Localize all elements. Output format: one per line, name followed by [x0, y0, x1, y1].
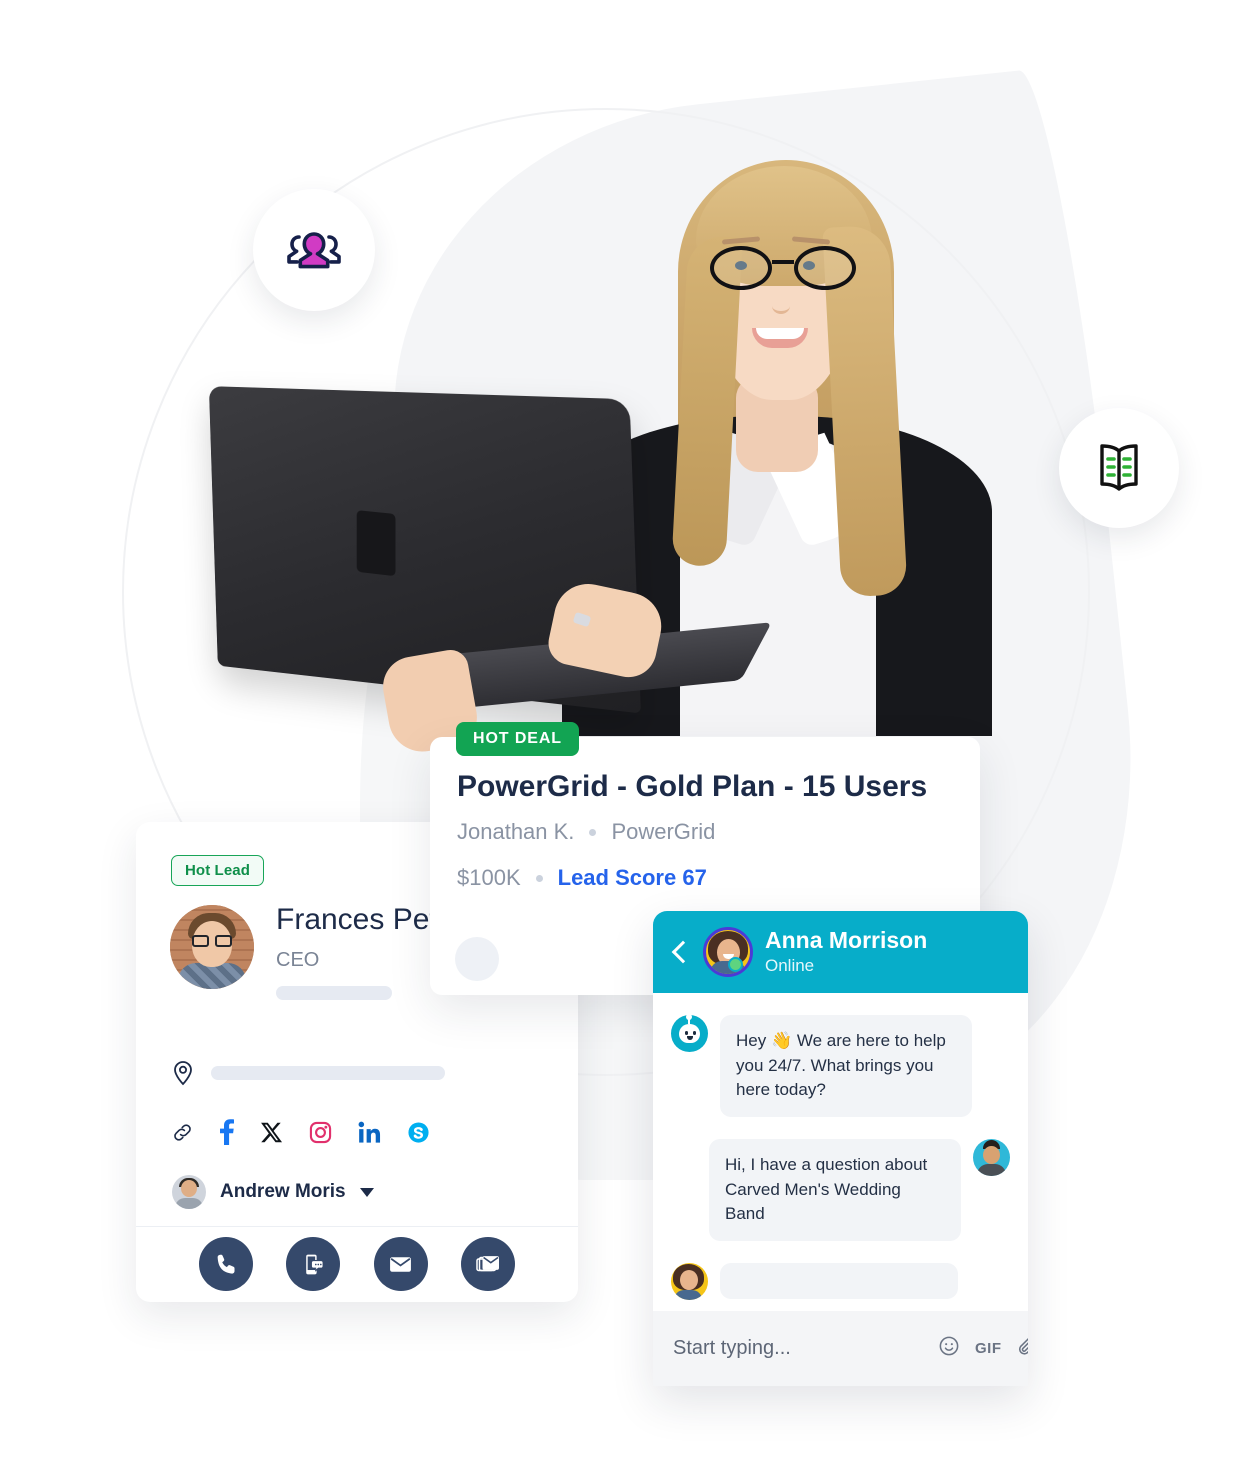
contact-action-row — [136, 1226, 578, 1302]
chat-input[interactable] — [673, 1337, 938, 1360]
x-twitter-icon[interactable] — [260, 1121, 283, 1144]
chat-message-agent-typing — [671, 1262, 1010, 1300]
contact-role: CEO — [276, 949, 320, 971]
chat-message-user: Hi, I have a question about Carved Men's… — [671, 1138, 1010, 1241]
separator-dot-icon — [589, 828, 597, 836]
skype-icon[interactable] — [407, 1121, 430, 1144]
hot-deal-badge: HOT DEAL — [456, 722, 579, 756]
sms-button[interactable] — [286, 1237, 341, 1291]
user-avatar — [973, 1138, 1010, 1176]
deal-amount: $100K — [457, 865, 521, 890]
deal-value-row: $100K Lead Score 67 — [457, 865, 707, 891]
sms-chat-icon — [306, 1254, 324, 1274]
lead-score[interactable]: Lead Score 67 — [558, 865, 707, 891]
people-icon — [287, 232, 341, 269]
contact-detail-placeholder — [276, 986, 392, 1000]
link-icon[interactable] — [172, 1122, 193, 1143]
book-icon — [1100, 444, 1138, 491]
call-button[interactable] — [199, 1237, 254, 1291]
chat-header: Anna Morrison Online — [653, 911, 1028, 993]
deal-title: PowerGrid - Gold Plan - 15 Users — [457, 770, 928, 803]
facebook-icon[interactable] — [219, 1119, 234, 1145]
online-status-dot — [728, 957, 743, 972]
back-chevron-icon[interactable] — [669, 941, 691, 963]
agent-avatar — [671, 1262, 708, 1300]
instagram-icon[interactable] — [309, 1121, 332, 1144]
record-owner-row[interactable]: Andrew Moris — [172, 1175, 374, 1209]
envelope-icon — [390, 1256, 411, 1272]
phone-icon — [217, 1254, 235, 1274]
hero-illustration: Hot Lead Frances Pet CEO Andrew Moris HO… — [0, 0, 1240, 1458]
contact-header: Frances Pet CEO — [170, 905, 438, 1000]
chat-message-bot: Hey 👋 We are here to help you 24/7. What… — [671, 1014, 1010, 1117]
social-links-row — [172, 1119, 430, 1145]
chat-bubble-text: Hey 👋 We are here to help you 24/7. What… — [720, 1015, 972, 1117]
emoji-icon[interactable] — [938, 1335, 960, 1362]
chat-bubble-placeholder — [720, 1262, 958, 1299]
chat-widget: Anna Morrison Online Hey 👋 We are here t… — [653, 911, 1028, 1386]
email-button[interactable] — [373, 1237, 428, 1291]
owner-name: Andrew Moris — [220, 1181, 346, 1202]
floating-badge-knowledge-base[interactable] — [1059, 408, 1179, 528]
chat-bubble-text: Hi, I have a question about Carved Men's… — [709, 1138, 961, 1241]
contact-name: Frances Pet — [276, 903, 438, 936]
location-pin-icon — [174, 1061, 192, 1086]
contact-avatar — [170, 905, 254, 989]
bulk-email-button[interactable] — [460, 1237, 515, 1291]
chat-composer: GIF — [653, 1311, 1028, 1386]
chat-agent-name: Anna Morrison — [765, 927, 928, 954]
deal-contact-name: Jonathan K. — [457, 819, 575, 844]
deal-company-name: PowerGrid — [611, 819, 716, 844]
laptop-device — [196, 386, 772, 757]
eyeglasses — [710, 246, 856, 290]
separator-dot-icon — [535, 874, 543, 882]
contact-location-placeholder — [211, 1066, 445, 1080]
chevron-down-icon[interactable] — [359, 1187, 374, 1197]
deal-meta-row: Jonathan K. PowerGrid — [457, 819, 715, 845]
floating-badge-contacts[interactable] — [253, 189, 375, 311]
chat-agent-status: Online — [765, 955, 815, 975]
stacked-envelopes-icon — [476, 1255, 499, 1271]
contact-location-row — [172, 1060, 445, 1086]
hot-lead-badge: Hot Lead — [171, 855, 264, 886]
deal-avatar-placeholder — [455, 937, 499, 981]
chat-message-list[interactable]: Hey 👋 We are here to help you 24/7. What… — [653, 993, 1028, 1311]
attachment-icon[interactable] — [1017, 1335, 1028, 1362]
chat-agent-avatar — [703, 927, 753, 977]
bot-avatar-icon — [671, 1014, 708, 1052]
owner-avatar — [172, 1175, 206, 1209]
linkedin-icon[interactable] — [358, 1121, 381, 1144]
gif-button[interactable]: GIF — [975, 1340, 1002, 1357]
